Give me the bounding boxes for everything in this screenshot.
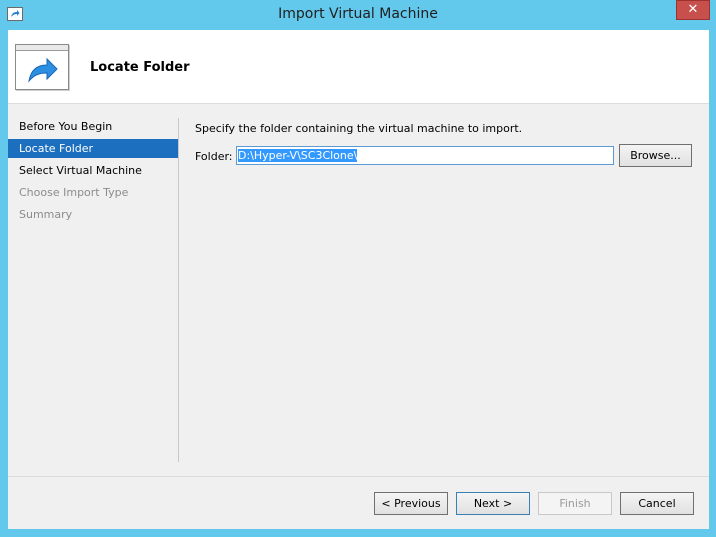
step-choose-import-type: Choose Import Type <box>19 186 129 199</box>
folder-input-value: D:\Hyper-V\SC3Clone\ <box>238 149 358 162</box>
footer-divider <box>8 476 709 477</box>
next-button[interactable]: Next > <box>456 492 530 515</box>
close-button[interactable]: ✕ <box>676 0 710 20</box>
wizard-steps: Before You Begin Locate Folder Select Vi… <box>8 114 178 464</box>
window-title: Import Virtual Machine <box>278 6 438 22</box>
close-icon: ✕ <box>687 2 699 17</box>
previous-button[interactable]: < Previous <box>374 492 448 515</box>
wizard-body: Locate Folder Before You Begin Locate Fo… <box>8 30 709 529</box>
cancel-button[interactable]: Cancel <box>620 492 694 515</box>
browse-button[interactable]: Browse... <box>619 144 692 167</box>
title-bar[interactable]: Import Virtual Machine ✕ <box>0 0 716 29</box>
folder-label: Folder: <box>195 150 233 163</box>
finish-button: Finish <box>538 492 612 515</box>
nav-divider <box>178 118 179 462</box>
step-select-virtual-machine[interactable]: Select Virtual Machine <box>8 161 178 180</box>
step-summary: Summary <box>19 208 73 221</box>
import-arrow-icon <box>15 44 69 90</box>
step-before-you-begin[interactable]: Before You Begin <box>8 117 178 136</box>
import-vm-window: Import Virtual Machine ✕ Locate Folder B… <box>0 0 716 537</box>
page-title: Locate Folder <box>90 60 190 75</box>
wizard-header: Locate Folder <box>8 30 709 104</box>
instruction-text: Specify the folder containing the virtua… <box>195 122 523 135</box>
folder-input[interactable]: D:\Hyper-V\SC3Clone\ <box>236 146 614 165</box>
step-locate-folder[interactable]: Locate Folder <box>8 139 178 158</box>
